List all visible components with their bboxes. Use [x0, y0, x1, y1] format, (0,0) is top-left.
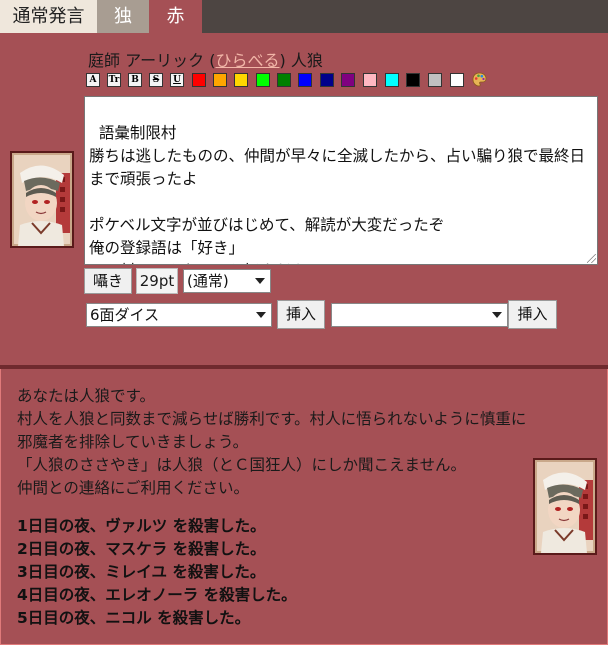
color-black-swatch[interactable] [406, 73, 420, 87]
role-description: あなたは人狼です。 村人を人狼と同数まで減らせば勝利です。村人に悟られないように… [17, 385, 527, 500]
speaker-name: 庭師 アーリック (ひらべる) 人狼 [88, 47, 323, 71]
role-line: あなたは人狼です。 [17, 387, 155, 405]
resize-grip-icon[interactable] [587, 254, 596, 263]
volume-select-value: (通常) [187, 272, 229, 290]
whisper-button[interactable]: 囁き [84, 268, 132, 294]
role-line: 村人を人狼と同数まで減らせば勝利です。村人に悟られないように慎重に邪魔者を排除し… [17, 410, 527, 451]
character-portrait [10, 151, 74, 248]
insert-dice-button[interactable]: 挿入 [277, 300, 325, 329]
font-size-box[interactable]: 29pt [136, 268, 178, 294]
dice-select-value: 6面ダイス [90, 306, 160, 324]
kill-log-item: 3日目の夜、ミレイユ を殺害した。 [17, 563, 266, 581]
role-line: 仲間との連絡にご利用ください。 [17, 479, 250, 497]
speaker-player-link[interactable]: ひらべる [215, 51, 279, 70]
color-purple-swatch[interactable] [341, 73, 355, 87]
message-textarea[interactable]: 語彙制限村 勝ちは逃したものの、仲間が早々に全滅したから、占い騙り狼で最終日まで… [84, 96, 598, 265]
role-info-panel: あなたは人狼です。 村人を人狼と同数まで減らせば勝利です。村人に悟られないように… [0, 369, 608, 645]
speaker-suffix: ) 人狼 [279, 51, 323, 70]
color-red-swatch[interactable] [192, 73, 206, 87]
kill-log-item: 4日目の夜、エレオノーラ を殺害した。 [17, 586, 297, 604]
kill-log: 1日目の夜、ヴァルツ を殺害した。 2日目の夜、マスケラ を殺害した。 3日目の… [17, 515, 297, 630]
kill-log-item: 2日目の夜、マスケラ を殺害した。 [17, 540, 266, 558]
tab-normal-speech[interactable]: 通常発言 [0, 0, 97, 33]
font-size-icon[interactable]: A [86, 73, 100, 87]
message-text: 語彙制限村 勝ちは逃したものの、仲間が早々に全滅したから、占い騙り狼で最終日まで… [89, 124, 586, 264]
insert-option-button[interactable]: 挿入 [508, 300, 557, 329]
color-silver-swatch[interactable] [428, 73, 442, 87]
color-lime-swatch[interactable] [256, 73, 270, 87]
tab-red-whisper[interactable]: 赤 [149, 0, 202, 33]
insert-option-select[interactable] [331, 303, 508, 327]
kill-log-item: 1日目の夜、ヴァルツ を殺害した。 [17, 517, 266, 535]
text-type-icon[interactable]: Tr [107, 73, 121, 87]
tab-monologue[interactable]: 独 [97, 0, 149, 33]
chevron-down-icon [256, 312, 266, 318]
portrait-icon [12, 153, 72, 246]
bold-icon[interactable]: B [128, 73, 142, 87]
palette-icon[interactable] [471, 72, 487, 88]
color-yellow-swatch[interactable] [234, 73, 248, 87]
color-white-swatch[interactable] [450, 73, 464, 87]
role-portrait [533, 458, 597, 555]
role-line: 「人狼のささやき」は人狼（とＣ国狂人）にしか聞こえません。 [17, 456, 467, 474]
color-orange-swatch[interactable] [213, 73, 227, 87]
tab-bar: 通常発言 独 赤 [0, 0, 608, 33]
chevron-down-icon [255, 278, 265, 284]
strikethrough-icon[interactable]: S [149, 73, 163, 87]
kill-log-item: 5日目の夜、ニコル を殺害した。 [17, 609, 251, 627]
color-pink-swatch[interactable] [363, 73, 377, 87]
portrait-icon [535, 460, 595, 553]
color-blue-swatch[interactable] [298, 73, 312, 87]
speaker-prefix: 庭師 アーリック ( [88, 51, 216, 70]
volume-select[interactable]: (通常) [183, 269, 271, 293]
dice-select[interactable]: 6面ダイス [86, 303, 272, 327]
chevron-down-icon [492, 312, 502, 318]
color-cyan-swatch[interactable] [385, 73, 399, 87]
color-navy-swatch[interactable] [320, 73, 334, 87]
color-green-swatch[interactable] [277, 73, 291, 87]
underline-icon[interactable]: U [170, 73, 184, 87]
